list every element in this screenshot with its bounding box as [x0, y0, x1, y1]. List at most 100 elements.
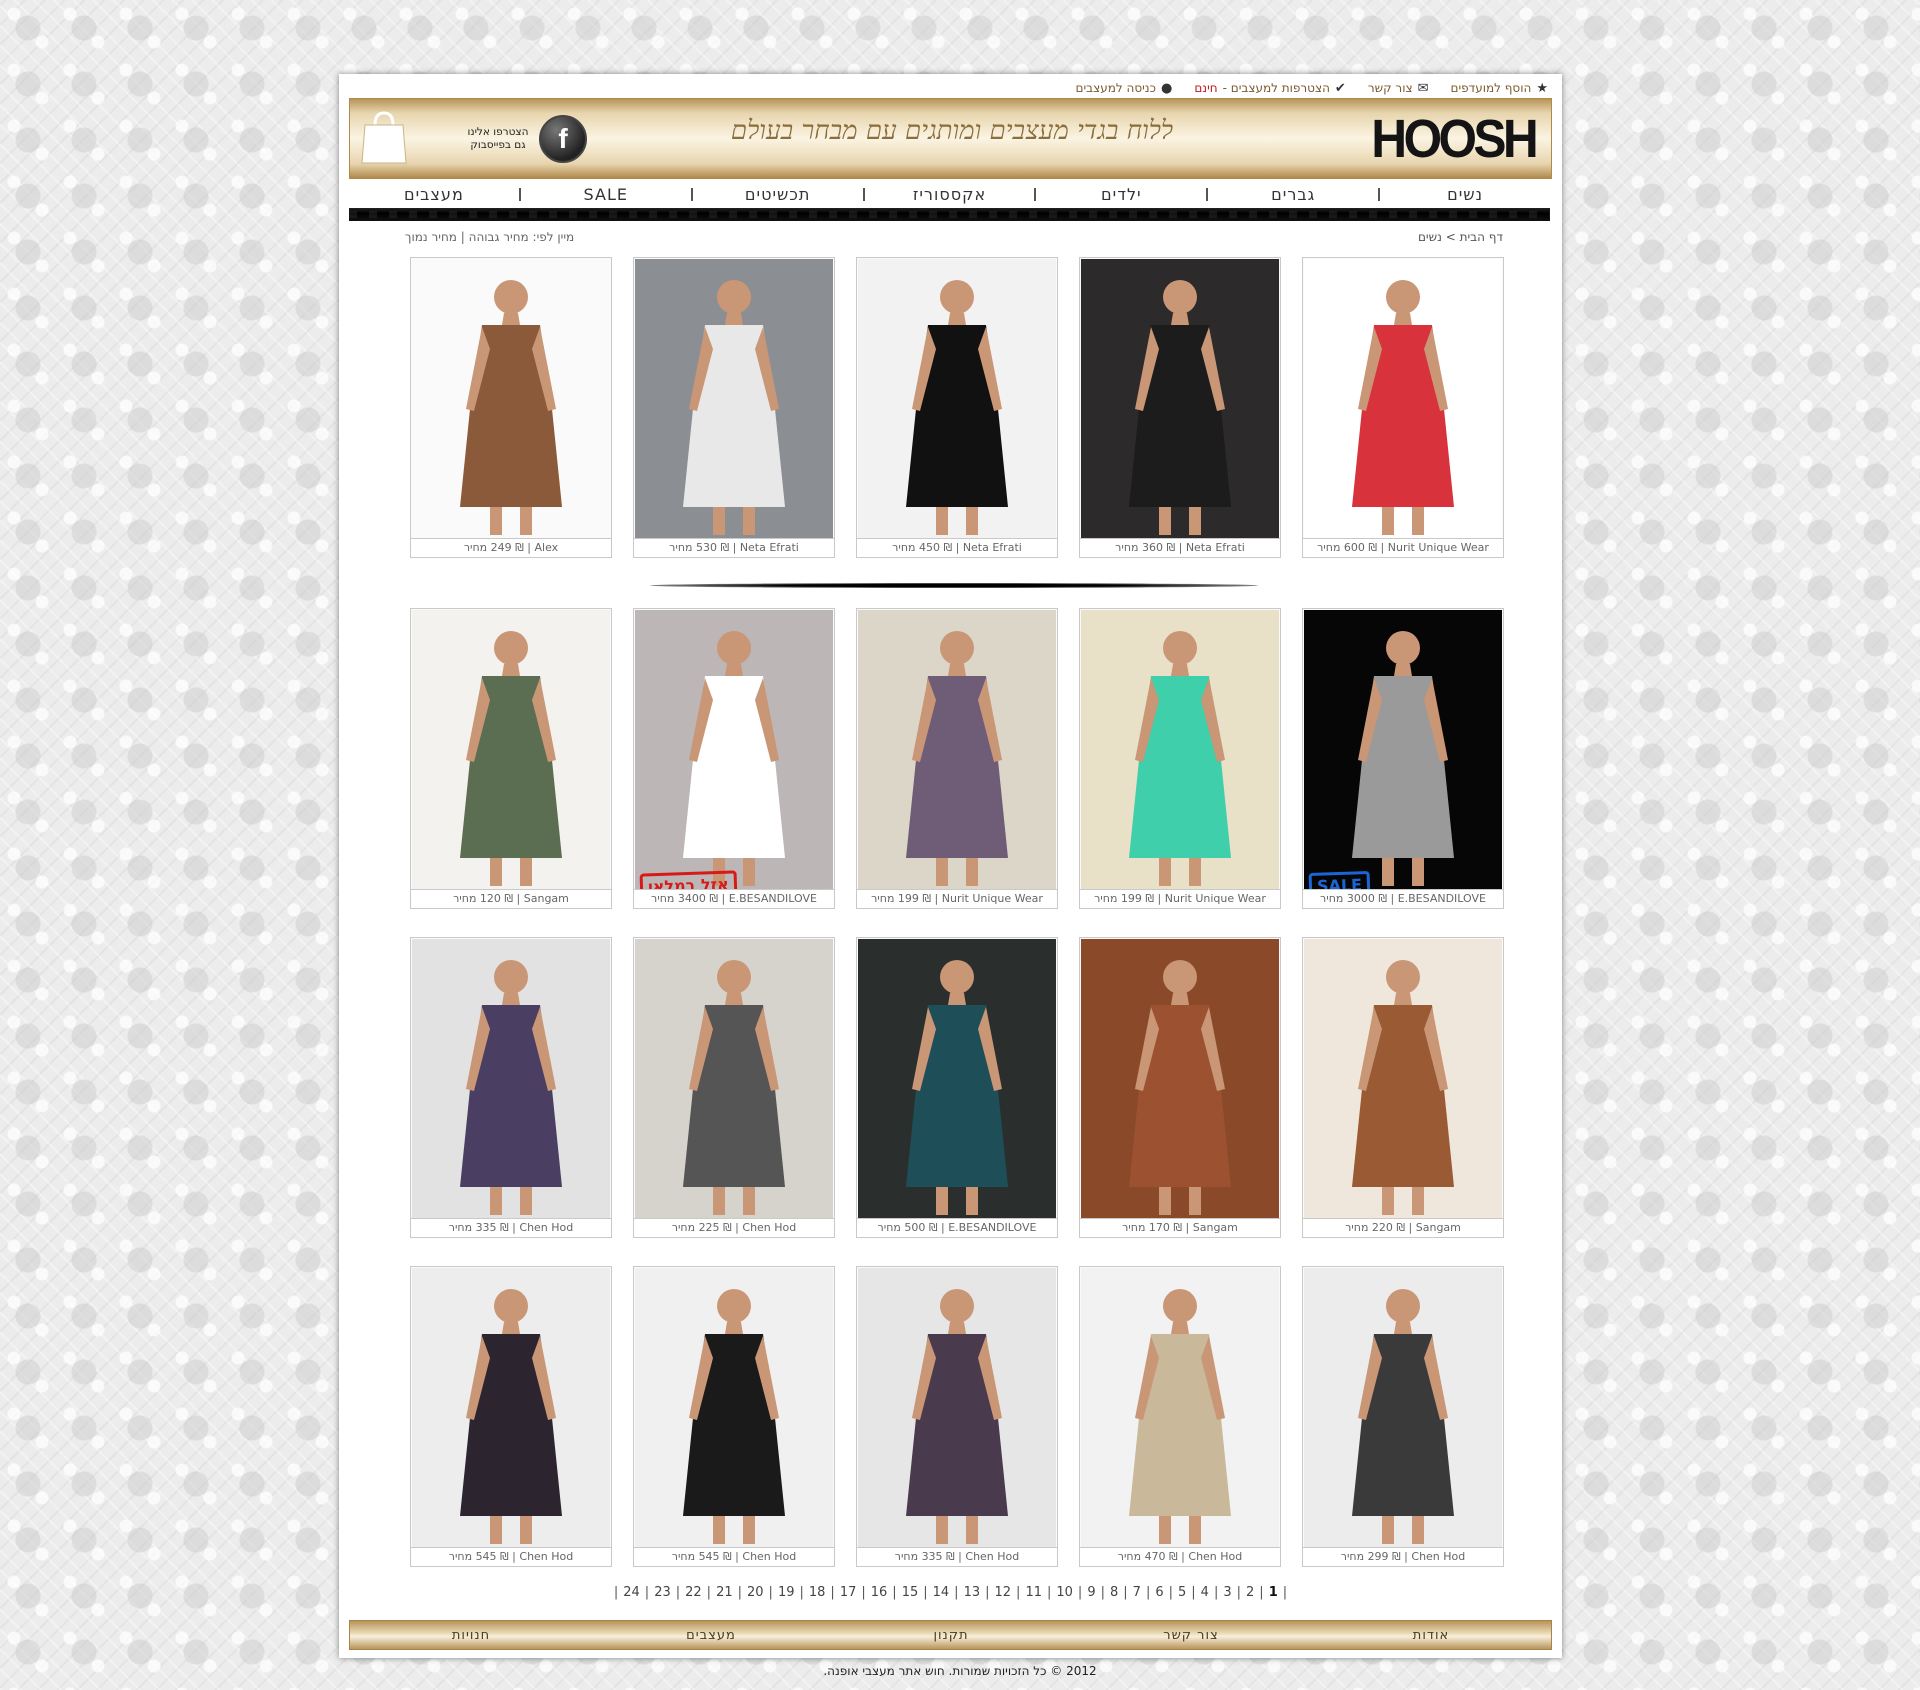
- nav-women[interactable]: נשים: [1380, 185, 1550, 204]
- designer-login-link[interactable]: ● כניסה למעצבים: [1076, 81, 1173, 96]
- footer-about[interactable]: אודות: [1311, 1628, 1551, 1643]
- footer-terms[interactable]: תקנון: [831, 1628, 1071, 1643]
- product-image[interactable]: [635, 610, 833, 890]
- page-link-7[interactable]: 7: [1133, 1585, 1141, 1600]
- product-card[interactable]: ₪ 450 מחיר | Neta Efrati: [856, 257, 1058, 558]
- product-card[interactable]: ₪ 530 מחיר | Neta Efrati: [633, 257, 835, 558]
- nav-kids[interactable]: ילדים: [1036, 185, 1206, 204]
- product-image[interactable]: [412, 939, 610, 1219]
- page-link-6[interactable]: 6: [1155, 1585, 1163, 1600]
- product-designer[interactable]: Nurit Unique Wear: [1388, 541, 1489, 554]
- product-designer[interactable]: Chen Hod: [1188, 1550, 1242, 1563]
- page-link-10[interactable]: 10: [1056, 1585, 1073, 1600]
- product-designer[interactable]: Sangam: [1193, 1221, 1238, 1234]
- product-designer[interactable]: Neta Efrati: [963, 541, 1022, 554]
- product-designer[interactable]: Chen Hod: [1411, 1550, 1465, 1563]
- product-image[interactable]: [1081, 610, 1279, 890]
- page-link-17[interactable]: 17: [840, 1585, 857, 1600]
- product-designer[interactable]: E.BESANDILOVE: [729, 892, 817, 905]
- page-link-22[interactable]: 22: [685, 1585, 702, 1600]
- product-card[interactable]: ₪ 470 מחיר | Chen Hod: [1079, 1266, 1281, 1567]
- product-card[interactable]: ₪ 360 מחיר | Neta Efrati: [1079, 257, 1281, 558]
- nav-jewelry[interactable]: תכשיטים: [693, 185, 863, 204]
- product-image[interactable]: [1304, 1268, 1502, 1548]
- product-card[interactable]: ₪ 545 מחיר | Chen Hod: [633, 1266, 835, 1567]
- product-designer[interactable]: Chen Hod: [742, 1550, 796, 1563]
- facebook-icon[interactable]: f: [539, 115, 587, 163]
- page-link-21[interactable]: 21: [716, 1585, 733, 1600]
- product-card[interactable]: אזל במלאי ₪ 3400 מחיר | E.BESANDILOVE: [633, 608, 835, 909]
- product-image[interactable]: [858, 610, 1056, 890]
- product-card[interactable]: ₪ 335 מחיר | Chen Hod: [410, 937, 612, 1238]
- product-card[interactable]: ₪ 225 מחיר | Chen Hod: [633, 937, 835, 1238]
- product-image[interactable]: [1304, 610, 1502, 890]
- sort-price-high[interactable]: מחיר גבוהה: [469, 230, 529, 244]
- page-link-5[interactable]: 5: [1178, 1585, 1186, 1600]
- product-card[interactable]: ₪ 199 מחיר | Nurit Unique Wear: [856, 608, 1058, 909]
- page-link-11[interactable]: 11: [1025, 1585, 1042, 1600]
- product-card[interactable]: ₪ 249 מחיר | Alex: [410, 257, 612, 558]
- product-card[interactable]: ₪ 545 מחיר | Chen Hod: [410, 1266, 612, 1567]
- nav-accessories[interactable]: אקססוריז: [865, 185, 1035, 204]
- page-link-13[interactable]: 13: [964, 1585, 981, 1600]
- product-image[interactable]: [1304, 259, 1502, 539]
- page-link-18[interactable]: 18: [809, 1585, 826, 1600]
- product-designer[interactable]: Chen Hod: [965, 1550, 1019, 1563]
- product-image[interactable]: [635, 1268, 833, 1548]
- product-designer[interactable]: E.BESANDILOVE: [1398, 892, 1486, 905]
- site-logo[interactable]: HOOSH: [1371, 108, 1538, 170]
- contact-link[interactable]: ✉ צור קשר: [1368, 81, 1429, 96]
- page-link-23[interactable]: 23: [654, 1585, 671, 1600]
- product-card[interactable]: ₪ 120 מחיר | Sangam: [410, 608, 612, 909]
- product-card[interactable]: ₪ 600 מחיר | Nurit Unique Wear: [1302, 257, 1504, 558]
- nav-designers[interactable]: מעצבים: [349, 185, 519, 204]
- page-link-4[interactable]: 4: [1201, 1585, 1209, 1600]
- product-designer[interactable]: Neta Efrati: [1186, 541, 1245, 554]
- page-link-3[interactable]: 3: [1223, 1585, 1231, 1600]
- product-designer[interactable]: Chen Hod: [519, 1550, 573, 1563]
- page-link-12[interactable]: 12: [995, 1585, 1012, 1600]
- product-designer[interactable]: Nurit Unique Wear: [942, 892, 1043, 905]
- product-designer[interactable]: E.BESANDILOVE: [948, 1221, 1036, 1234]
- product-card[interactable]: ₪ 220 מחיר | Sangam: [1302, 937, 1504, 1238]
- footer-designers[interactable]: מעצבים: [591, 1628, 831, 1643]
- product-card[interactable]: ₪ 500 מחיר | E.BESANDILOVE: [856, 937, 1058, 1238]
- product-designer[interactable]: Sangam: [524, 892, 569, 905]
- footer-stores[interactable]: חנויות: [351, 1628, 591, 1643]
- product-designer[interactable]: Nurit Unique Wear: [1165, 892, 1266, 905]
- product-image[interactable]: [412, 1268, 610, 1548]
- product-image[interactable]: [1304, 939, 1502, 1219]
- page-link-20[interactable]: 20: [747, 1585, 764, 1600]
- page-link-9[interactable]: 9: [1087, 1585, 1095, 1600]
- product-image[interactable]: [635, 939, 833, 1219]
- product-card[interactable]: ₪ 299 מחיר | Chen Hod: [1302, 1266, 1504, 1567]
- product-card[interactable]: ₪ 199 מחיר | Nurit Unique Wear: [1079, 608, 1281, 909]
- page-link-1[interactable]: 1: [1269, 1585, 1278, 1600]
- product-image[interactable]: [1081, 1268, 1279, 1548]
- product-card[interactable]: ₪ 170 מחיר | Sangam: [1079, 937, 1281, 1238]
- page-link-8[interactable]: 8: [1110, 1585, 1118, 1600]
- sort-price-low[interactable]: מחיר נמוך: [405, 230, 457, 244]
- product-designer[interactable]: Chen Hod: [742, 1221, 796, 1234]
- product-image[interactable]: [858, 1268, 1056, 1548]
- footer-contact[interactable]: צור קשר: [1071, 1628, 1311, 1643]
- breadcrumb-home[interactable]: דף הבית: [1460, 230, 1503, 244]
- product-card[interactable]: SALE ₪ 3000 מחיר | E.BESANDILOVE: [1302, 608, 1504, 909]
- page-link-15[interactable]: 15: [902, 1585, 919, 1600]
- product-image[interactable]: [1081, 939, 1279, 1219]
- product-card[interactable]: ₪ 335 מחיר | Chen Hod: [856, 1266, 1058, 1567]
- add-favorites-link[interactable]: ★ הוסף למועדפים: [1451, 81, 1549, 96]
- product-image[interactable]: [858, 939, 1056, 1219]
- product-image[interactable]: [412, 610, 610, 890]
- product-designer[interactable]: Sangam: [1416, 1221, 1461, 1234]
- join-designers-link[interactable]: ✔ הצטרפות למעצבים - חינם: [1194, 81, 1346, 96]
- product-designer[interactable]: Alex: [534, 541, 558, 554]
- product-designer[interactable]: Neta Efrati: [740, 541, 799, 554]
- page-link-2[interactable]: 2: [1246, 1585, 1254, 1600]
- nav-sale[interactable]: SALE: [521, 185, 691, 204]
- product-image[interactable]: [412, 259, 610, 539]
- product-image[interactable]: [1081, 259, 1279, 539]
- nav-men[interactable]: גברים: [1208, 185, 1378, 204]
- product-designer[interactable]: Chen Hod: [519, 1221, 573, 1234]
- page-link-14[interactable]: 14: [933, 1585, 950, 1600]
